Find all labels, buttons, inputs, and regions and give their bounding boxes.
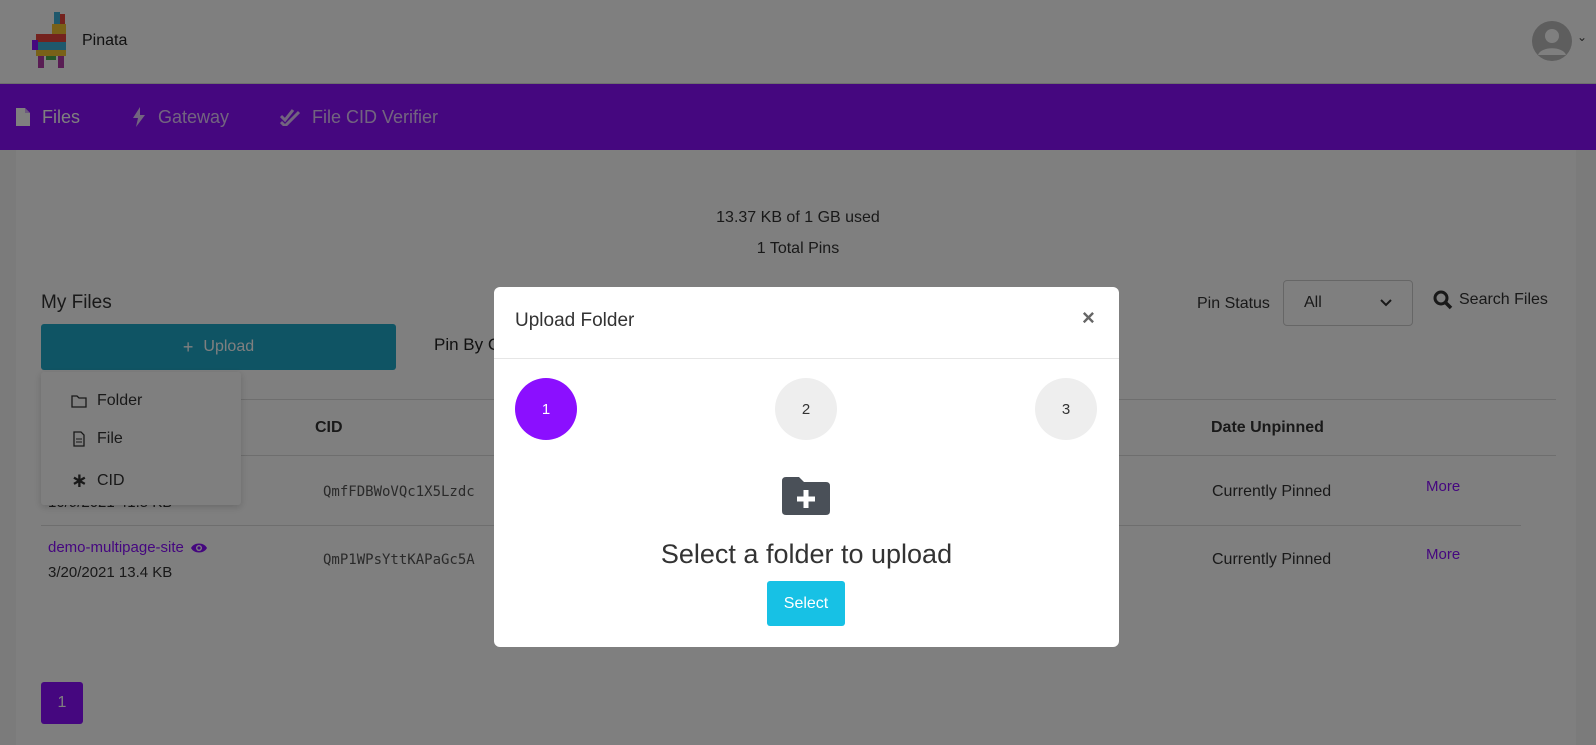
upload-prompt: Select a folder to upload: [660, 539, 953, 569]
upload-folder-modal: Upload Folder × 1 2 3 Select a folder to…: [494, 287, 1119, 647]
step-indicator-3: 3: [1035, 378, 1097, 440]
modal-title: Upload Folder: [515, 310, 635, 331]
folder-plus-icon: [782, 477, 830, 520]
step-indicator-2: 2: [775, 378, 837, 440]
select-folder-button[interactable]: Select: [767, 581, 845, 626]
close-icon[interactable]: ×: [1082, 305, 1095, 331]
modal-header: Upload Folder ×: [494, 287, 1119, 359]
step-indicator-1: 1: [515, 378, 577, 440]
